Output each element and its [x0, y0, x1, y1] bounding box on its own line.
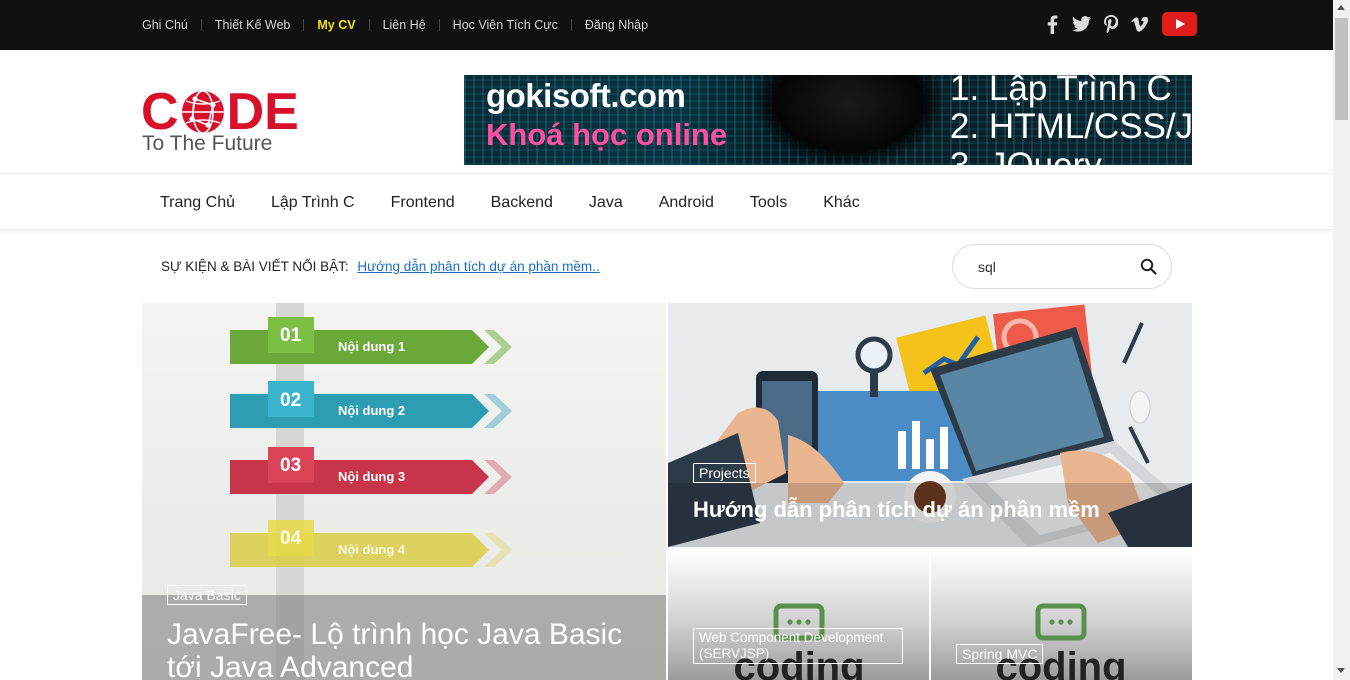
category-tag[interactable]: Projects — [693, 463, 756, 483]
divider — [570, 19, 572, 31]
logo-tagline: To The Future — [142, 132, 273, 155]
banner-line-3: 3. JQuery — [950, 146, 1102, 165]
post-card-servjsp[interactable]: coding Web Component Development (SERVJS… — [668, 549, 929, 680]
site-logo[interactable]: C DE To The Future — [141, 86, 306, 156]
nav-item-lap-trinh-c[interactable]: Lập Trình C — [253, 194, 373, 212]
twitter-icon[interactable] — [1072, 12, 1091, 36]
top-link-thiet-ke-web[interactable]: Thiết Kế Web — [215, 18, 291, 32]
post-title[interactable]: JavaFree- Lộ trình học Java Basic tới Ja… — [167, 618, 622, 680]
post-title-line-2: tới Java Advanced — [167, 651, 414, 680]
step-4-label: Nội dung 4 — [338, 542, 406, 557]
step-2-label: Nội dung 2 — [338, 403, 406, 418]
nav-item-java[interactable]: Java — [571, 194, 641, 212]
featured-ticker: SỰ KIỆN & BÀI VIẾT NỔI BẬT: Hướng dẫn ph… — [161, 259, 600, 274]
ad-banner[interactable]: gokisoft.com Khoá học online 1. Lập Trìn… — [464, 75, 1192, 165]
top-link-dang-nhap[interactable]: Đăng Nhập — [585, 18, 648, 32]
post-card-projects[interactable]: Projects Hướng dẫn phân tích dự án phần … — [668, 303, 1192, 547]
post-card-spring-mvc[interactable]: coding Spring MVC — [931, 549, 1192, 680]
main-nav: Trang Chủ Lập Trình C Frontend Backend J… — [0, 173, 1333, 230]
scrollbar-thumb[interactable] — [1335, 18, 1348, 120]
step-3-label: Nội dung 3 — [338, 469, 406, 484]
vimeo-icon[interactable] — [1130, 12, 1149, 36]
banner-line-1: 1. Lập Trình C — [950, 75, 1172, 108]
step-1-label: Nội dung 1 — [338, 339, 406, 354]
top-link-ghi-chu[interactable]: Ghi Chú — [142, 18, 188, 32]
scroll-up-arrow-icon[interactable] — [1337, 5, 1345, 10]
youtube-icon[interactable] — [1162, 12, 1197, 36]
facebook-icon[interactable] — [1043, 12, 1062, 36]
step-3-number: 03 — [280, 455, 302, 476]
page-scrollbar[interactable] — [1333, 0, 1350, 680]
top-nav: Ghi Chú Thiết Kế Web My CV Liên Hệ Học V… — [142, 0, 648, 50]
banner-hacker-figure — [754, 75, 944, 165]
nav-item-backend[interactable]: Backend — [473, 194, 571, 212]
banner-site: gokisoft.com — [486, 77, 686, 114]
search-box — [952, 244, 1172, 289]
post-title[interactable]: Hướng dẫn phân tích dự án phần mềm — [693, 497, 1100, 523]
divider — [200, 19, 202, 31]
nav-item-frontend[interactable]: Frontend — [373, 194, 473, 212]
featured-label: SỰ KIỆN & BÀI VIẾT NỔI BẬT: — [161, 259, 349, 274]
post-card-java[interactable]: 01 Nội dung 1 02 Nội dung 2 03 Nội dung … — [142, 303, 666, 680]
search-input[interactable] — [978, 257, 1128, 277]
top-bar: Ghi Chú Thiết Kế Web My CV Liên Hệ Học V… — [0, 0, 1333, 50]
post-title-line-1: JavaFree- Lộ trình học Java Basic — [167, 618, 623, 651]
banner-line-2: 2. HTML/CSS/JS — [950, 107, 1192, 146]
top-link-my-cv[interactable]: My CV — [317, 18, 355, 32]
divider — [368, 19, 370, 31]
globe-icon — [181, 90, 224, 134]
banner-course: Khoá học online — [486, 117, 728, 152]
step-2-number: 02 — [280, 390, 302, 411]
top-link-hoc-vien-tich-cuc[interactable]: Học Viên Tích Cực — [453, 18, 558, 32]
scroll-down-arrow-icon[interactable] — [1337, 668, 1345, 673]
page: Ghi Chú Thiết Kế Web My CV Liên Hệ Học V… — [0, 0, 1350, 680]
category-tag[interactable]: Web Component Development (SERVJSP) — [693, 628, 903, 664]
divider — [303, 19, 305, 31]
divider — [438, 19, 440, 31]
top-link-lien-he[interactable]: Liên Hệ — [383, 18, 426, 32]
category-tag[interactable]: Java Basic — [167, 585, 247, 605]
nav-item-android[interactable]: Android — [641, 194, 732, 212]
step-1-number: 01 — [280, 325, 302, 346]
category-tag[interactable]: Spring MVC — [956, 644, 1044, 664]
search-icon[interactable] — [1139, 257, 1159, 277]
nav-item-tools[interactable]: Tools — [732, 194, 805, 212]
featured-link[interactable]: Hướng dẫn phân tích dự án phần mềm.. — [357, 259, 599, 274]
step-4-number: 04 — [280, 528, 302, 549]
social-links — [1043, 12, 1197, 36]
nav-item-trang-chu[interactable]: Trang Chủ — [142, 194, 253, 212]
logo-wordmark: C DE — [141, 83, 299, 141]
nav-item-khac[interactable]: Khác — [805, 194, 877, 212]
pinterest-icon[interactable] — [1101, 12, 1120, 36]
